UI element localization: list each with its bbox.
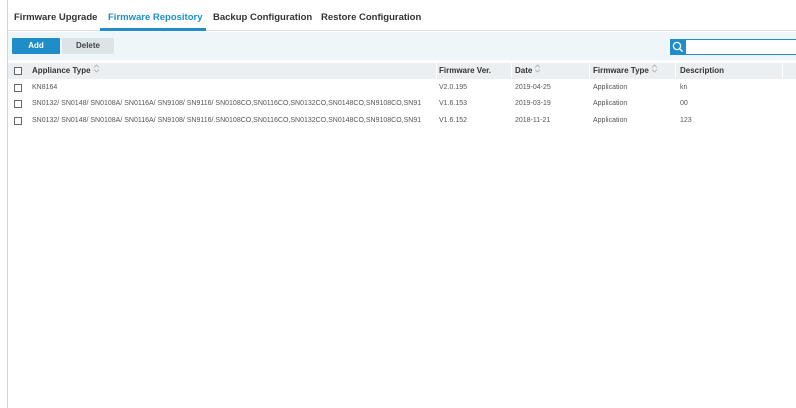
column-label: Date (515, 66, 533, 76)
tab-restore-configuration[interactable]: Restore Configuration (321, 12, 421, 23)
search-box (670, 39, 796, 55)
toolbar: Add Delete (8, 32, 796, 60)
column-header-firmware-version: Firmware Ver. (439, 66, 492, 75)
sort-icon[interactable] (651, 63, 658, 79)
cell-firmware-version: V2.0.195 (439, 84, 468, 91)
table-row[interactable]: SN0132/ SN0148/ SN0108A/ SN0116A/ SN9108… (8, 96, 796, 112)
column-label: Appliance Type (32, 66, 91, 76)
cell-description: 00 (680, 100, 688, 107)
column-divider[interactable] (782, 63, 783, 79)
delete-button[interactable]: Delete (62, 38, 114, 54)
column-header-description: Description (680, 66, 725, 75)
column-divider[interactable] (436, 63, 437, 79)
row-checkbox[interactable] (14, 100, 22, 108)
column-label: Firmware Type (593, 66, 649, 76)
cell-firmware-type: Application (593, 100, 628, 107)
tab-bar: Firmware Upgrade Firmware Repository Bac… (8, 0, 796, 31)
tab-firmware-repository[interactable]: Firmware Repository (108, 12, 203, 23)
column-header-firmware-type[interactable]: Firmware Type (593, 63, 658, 79)
cell-firmware-type: Application (593, 117, 628, 124)
cell-date: 2018-11-21 (515, 117, 551, 124)
cell-firmware-version: V1.6.152 (439, 117, 468, 124)
column-divider[interactable] (675, 63, 676, 79)
row-checkbox[interactable] (14, 117, 22, 125)
column-header-appliance-type[interactable]: Appliance Type (32, 63, 100, 79)
column-divider[interactable] (589, 63, 590, 79)
cell-date: 2019-04-25 (515, 84, 551, 91)
table-row[interactable]: SN0132/ SN0148/ SN0108A/ SN0116A/ SN9108… (8, 113, 796, 129)
firmware-panel: Firmware Upgrade Firmware Repository Bac… (7, 0, 796, 408)
cell-firmware-type: Application (593, 84, 628, 91)
column-divider[interactable] (511, 63, 512, 79)
active-tab-indicator (100, 28, 206, 31)
row-checkbox[interactable] (14, 84, 22, 92)
cell-appliance-type: SN0132/ SN0148/ SN0108A/ SN0116A/ SN9108… (32, 100, 422, 107)
cell-description: kn (680, 84, 688, 91)
sort-icon[interactable] (534, 63, 541, 79)
cell-firmware-version: V1.6.153 (439, 100, 468, 107)
table-row[interactable]: KN8164 V2.0.195 2019-04-25 Application k… (8, 80, 796, 96)
search-icon[interactable] (670, 39, 686, 55)
select-all-checkbox[interactable] (14, 67, 22, 75)
table-header: Appliance Type Firmware Ver. Date Firmwa… (8, 63, 796, 79)
tab-backup-configuration[interactable]: Backup Configuration (213, 12, 312, 23)
cell-appliance-type: KN8164 (32, 84, 58, 91)
cell-description: 123 (680, 117, 692, 124)
cell-date: 2019-03-19 (515, 100, 551, 107)
tab-firmware-upgrade[interactable]: Firmware Upgrade (14, 12, 97, 23)
cell-appliance-type: SN0132/ SN0148/ SN0108A/ SN0116A/ SN9108… (32, 117, 422, 124)
search-input[interactable] (689, 40, 789, 54)
add-button[interactable]: Add (12, 38, 60, 54)
column-header-date[interactable]: Date (515, 63, 541, 79)
sort-icon[interactable] (93, 63, 100, 79)
